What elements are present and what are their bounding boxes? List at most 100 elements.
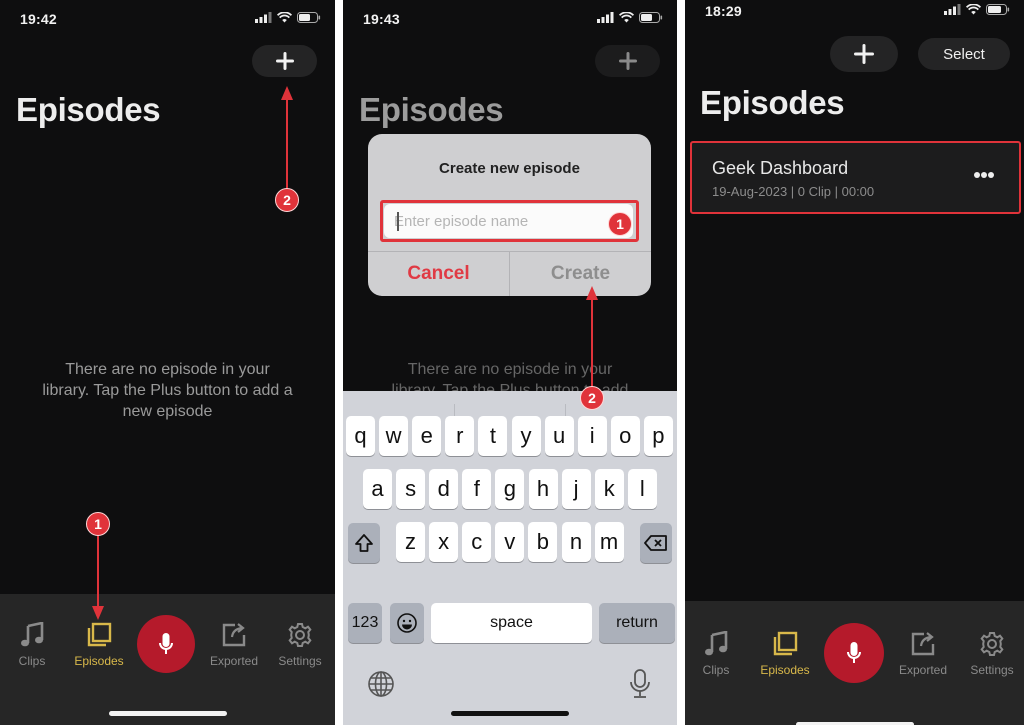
key-f[interactable]: f — [462, 469, 492, 509]
tab-episodes[interactable]: Episodes — [71, 622, 127, 668]
key-v[interactable]: v — [495, 522, 525, 562]
episode-list-item[interactable]: Geek Dashboard 19-Aug-2023 | 0 Clip | 00… — [690, 141, 1021, 214]
page-title: Episodes — [700, 84, 845, 121]
key-b[interactable]: b — [528, 522, 558, 562]
key-n[interactable]: n — [561, 522, 591, 562]
plus-icon — [275, 52, 294, 70]
status-icons — [255, 12, 321, 23]
shift-key[interactable] — [348, 523, 380, 563]
on-screen-keyboard: 123 space return qwertyuiop asdfghjkl zxcv… — [343, 391, 677, 725]
tab-clips[interactable]: Clips — [14, 622, 50, 668]
tab-label: Episodes — [74, 654, 124, 668]
annotation-badge: 2 — [580, 386, 604, 410]
export-icon — [222, 623, 246, 647]
export-icon — [911, 632, 935, 656]
add-episode-button[interactable] — [252, 45, 317, 77]
home-indicator — [108, 711, 227, 716]
page-title: Episodes — [16, 91, 161, 128]
screen-episode-list: 18:29 Select Episodes Geek Dashboard 19-… — [685, 0, 1024, 725]
numbers-key[interactable]: 123 — [348, 603, 382, 643]
key-q[interactable]: q — [346, 416, 375, 456]
cellular-signal-icon — [255, 12, 272, 23]
microphone-icon — [847, 642, 861, 663]
key-h[interactable]: h — [528, 469, 558, 509]
key-r[interactable]: r — [445, 416, 475, 456]
wifi-icon — [966, 4, 981, 15]
key-y[interactable]: y — [511, 416, 541, 456]
wifi-icon — [277, 12, 292, 23]
space-key[interactable]: space — [431, 603, 592, 643]
plus-icon — [618, 52, 637, 70]
tab-label: Settings — [278, 654, 322, 668]
record-button[interactable] — [824, 623, 884, 683]
tab-label: Clips — [18, 654, 46, 668]
episode-meta: 19-Aug-2023 | 0 Clip | 00:00 — [712, 184, 875, 199]
wifi-icon — [619, 12, 634, 23]
tab-clips[interactable]: Clips — [698, 631, 734, 677]
key-l[interactable]: l — [627, 469, 657, 509]
tab-label: Episodes — [760, 663, 810, 677]
tab-exported[interactable]: Exported — [895, 631, 951, 677]
annotation-badge: 2 — [275, 188, 299, 212]
tab-bar: Clips Episodes Exported Settings — [685, 601, 1024, 725]
gear-icon — [980, 632, 1004, 656]
key-c[interactable]: c — [462, 522, 492, 562]
tab-exported[interactable]: Exported — [206, 622, 262, 668]
key-w[interactable]: w — [379, 416, 409, 456]
emoji-key[interactable] — [390, 603, 424, 643]
page-title: Episodes — [359, 91, 504, 128]
shift-icon — [355, 534, 373, 552]
select-button[interactable]: Select — [918, 38, 1010, 70]
battery-icon — [639, 12, 663, 23]
key-e[interactable]: e — [412, 416, 442, 456]
key-t[interactable]: t — [478, 416, 508, 456]
tab-label: Exported — [898, 663, 948, 677]
add-episode-button[interactable] — [595, 45, 660, 77]
more-options-icon[interactable] — [973, 171, 995, 179]
key-i[interactable]: i — [577, 416, 607, 456]
emoji-icon — [397, 613, 417, 633]
status-time: 19:42 — [20, 11, 57, 27]
key-a[interactable]: a — [363, 469, 392, 509]
annotation-badge: 1 — [86, 512, 110, 536]
key-x[interactable]: x — [429, 522, 459, 562]
status-time: 18:29 — [705, 3, 742, 19]
dialog-title: Create new episode — [439, 160, 580, 177]
delete-key[interactable] — [640, 523, 672, 563]
tab-label: Clips — [702, 663, 730, 677]
cancel-button[interactable]: Cancel — [368, 252, 509, 296]
tab-label: Settings — [970, 663, 1014, 677]
create-button[interactable]: Create — [510, 252, 651, 296]
key-o[interactable]: o — [610, 416, 640, 456]
globe-icon[interactable] — [367, 670, 395, 698]
status-icons — [944, 4, 1010, 15]
episode-name: Geek Dashboard — [712, 158, 849, 178]
create-episode-dialog: Create new episode Cancel Create — [368, 134, 651, 296]
key-k[interactable]: k — [594, 469, 624, 509]
tab-bar: Clips Episodes Exported Settings — [0, 594, 335, 725]
annotation-highlight — [380, 200, 639, 242]
key-g[interactable]: g — [495, 469, 525, 509]
screen-create-episode-dialog: 19:43 Episodes There are no episode in y… — [343, 0, 677, 725]
screen-empty-episodes: 19:42 Episodes There are no episode in y… — [0, 0, 335, 725]
key-d[interactable]: d — [429, 469, 459, 509]
key-u[interactable]: u — [544, 416, 574, 456]
key-m[interactable]: m — [594, 522, 624, 562]
tab-settings[interactable]: Settings — [966, 631, 1018, 677]
home-indicator — [451, 711, 569, 716]
record-button[interactable] — [137, 615, 195, 673]
cellular-signal-icon — [597, 12, 614, 23]
key-p[interactable]: p — [643, 416, 673, 456]
tab-settings[interactable]: Settings — [274, 622, 326, 668]
dictation-microphone-icon[interactable] — [629, 668, 651, 700]
return-key[interactable]: return — [599, 603, 675, 643]
key-s[interactable]: s — [396, 469, 426, 509]
tab-episodes[interactable]: Episodes — [757, 631, 813, 677]
microphone-icon — [159, 633, 173, 654]
empty-state-message: There are no episode in your library. Ta… — [42, 361, 293, 420]
annotation-badge: 1 — [608, 212, 632, 236]
key-j[interactable]: j — [561, 469, 591, 509]
key-z[interactable]: z — [396, 522, 425, 562]
add-episode-button[interactable] — [830, 36, 898, 72]
music-note-icon — [21, 622, 44, 647]
